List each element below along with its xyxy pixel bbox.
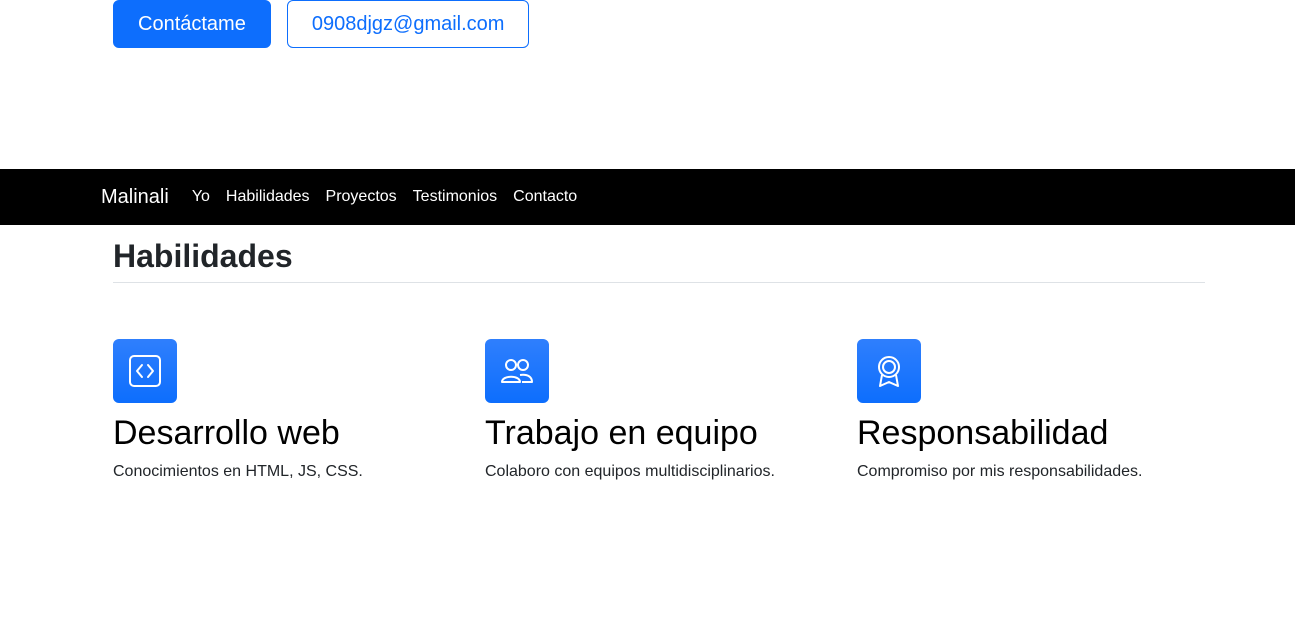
award-icon (857, 339, 921, 403)
code-square-icon (113, 339, 177, 403)
skill-card: Trabajo en equipo Colaboro con equipos m… (485, 339, 857, 481)
skill-description: Conocimientos en HTML, JS, CSS. (113, 463, 363, 480)
nav-link-contacto[interactable]: Contacto (513, 188, 577, 206)
nav-links: Yo Habilidades Proyectos Testimonios Con… (192, 188, 577, 206)
skill-title: Trabajo en equipo (485, 414, 758, 452)
navbar-brand[interactable]: Malinali (101, 186, 169, 209)
skill-description: Colaboro con equipos multidisciplinarios… (485, 463, 775, 480)
people-icon (485, 339, 549, 403)
skills-grid: Desarrollo web Conocimientos en HTML, JS… (113, 339, 1229, 481)
nav-link-yo[interactable]: Yo (192, 188, 210, 206)
section-divider (113, 282, 1205, 283)
nav-link-habilidades[interactable]: Habilidades (226, 188, 310, 206)
skill-card: Responsabilidad Compromiso por mis respo… (857, 339, 1229, 481)
skill-description: Compromiso por mis responsabilidades. (857, 463, 1143, 480)
nav-link-testimonios[interactable]: Testimonios (413, 188, 497, 206)
navbar: Malinali Yo Habilidades Proyectos Testim… (0, 169, 1295, 225)
skill-card: Desarrollo web Conocimientos en HTML, JS… (113, 339, 485, 481)
skill-title: Desarrollo web (113, 414, 340, 452)
skill-title: Responsabilidad (857, 414, 1109, 452)
hero-actions: Contáctame 0908djgz@gmail.com (113, 0, 530, 48)
section-title: Habilidades (113, 238, 293, 274)
contact-button[interactable]: Contáctame (113, 0, 271, 48)
email-button[interactable]: 0908djgz@gmail.com (286, 0, 530, 48)
nav-link-proyectos[interactable]: Proyectos (326, 188, 397, 206)
